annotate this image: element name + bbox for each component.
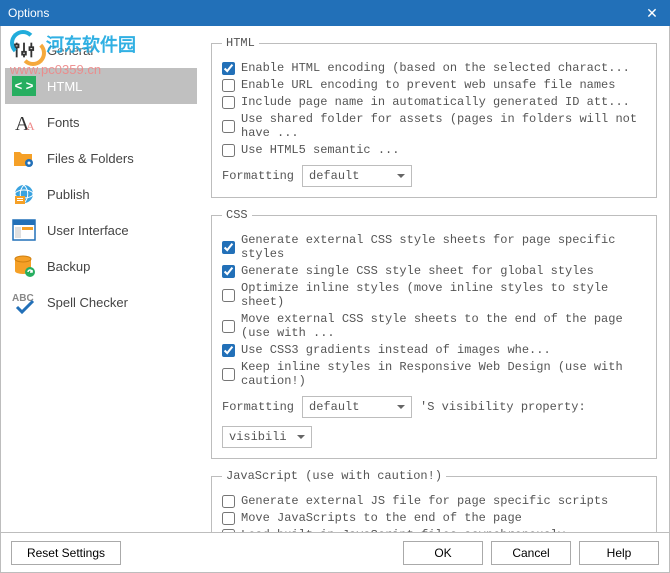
spellcheck-icon: ABC xyxy=(11,289,37,315)
css-checkbox-row[interactable]: Use CSS3 gradients instead of images whe… xyxy=(222,343,646,357)
js-checkbox[interactable] xyxy=(222,512,235,525)
sidebar: General < > HTML AA Fonts Files & Folder… xyxy=(1,26,201,532)
sidebar-item-backup[interactable]: Backup xyxy=(5,248,197,284)
cancel-button[interactable]: Cancel xyxy=(491,541,571,565)
html-checkbox[interactable] xyxy=(222,96,235,109)
sidebar-item-files-folders[interactable]: Files & Folders xyxy=(5,140,197,176)
js-checkbox-row[interactable]: Load built-in JavaScript files asynchron… xyxy=(222,528,646,532)
css-checkbox-row[interactable]: Generate single CSS style sheet for glob… xyxy=(222,264,646,278)
reset-settings-button[interactable]: Reset Settings xyxy=(11,541,121,565)
checkbox-label: Generate single CSS style sheet for glob… xyxy=(241,264,594,278)
js-checkbox[interactable] xyxy=(222,529,235,533)
html-checkbox[interactable] xyxy=(222,79,235,92)
code-icon: < > xyxy=(11,73,37,99)
checkbox-label: Use HTML5 semantic ... xyxy=(241,143,399,157)
close-icon[interactable]: ✕ xyxy=(642,5,662,22)
checkbox-label: Keep inline styles in Responsive Web Des… xyxy=(241,360,646,388)
css-checkbox-row[interactable]: Generate external CSS style sheets for p… xyxy=(222,233,646,261)
html-formatting-select[interactable]: default xyxy=(302,165,412,187)
checkbox-label: Optimize inline styles (move inline styl… xyxy=(241,281,646,309)
formatting-label: Formatting xyxy=(222,400,294,414)
sidebar-item-publish[interactable]: Publish xyxy=(5,176,197,212)
css-formatting-select[interactable]: default xyxy=(302,396,412,418)
sidebar-item-spell-checker[interactable]: ABC Spell Checker xyxy=(5,284,197,320)
html-checkbox[interactable] xyxy=(222,120,235,133)
sidebar-item-html[interactable]: < > HTML xyxy=(5,68,197,104)
sidebar-item-label: Fonts xyxy=(47,115,80,130)
js-checkbox-row[interactable]: Move JavaScripts to the end of the page xyxy=(222,511,646,525)
font-icon: AA xyxy=(11,109,37,135)
css-checkbox-row[interactable]: Move external CSS style sheets to the en… xyxy=(222,312,646,340)
css-checkbox[interactable] xyxy=(222,344,235,357)
css-checkbox-row[interactable]: Keep inline styles in Responsive Web Des… xyxy=(222,360,646,388)
html-checkbox[interactable] xyxy=(222,144,235,157)
checkbox-label: Use CSS3 gradients instead of images whe… xyxy=(241,343,551,357)
checkbox-label: Generate external JS file for page speci… xyxy=(241,494,608,508)
sidebar-item-label: HTML xyxy=(47,79,82,94)
html-checkbox-row[interactable]: Use HTML5 semantic ... xyxy=(222,143,646,157)
group-legend: HTML xyxy=(222,36,259,50)
footer: Reset Settings OK Cancel Help xyxy=(0,533,670,573)
checkbox-label: Load built-in JavaScript files asynchron… xyxy=(241,528,565,532)
checkbox-label: Move external CSS style sheets to the en… xyxy=(241,312,646,340)
css-checkbox[interactable] xyxy=(222,289,235,302)
database-icon xyxy=(11,253,37,279)
css-checkbox[interactable] xyxy=(222,265,235,278)
globe-icon xyxy=(11,181,37,207)
group-html: HTML Enable HTML encoding (based on the … xyxy=(211,36,657,198)
group-js: JavaScript (use with caution!) Generate … xyxy=(211,469,657,532)
group-legend: JavaScript (use with caution!) xyxy=(222,469,446,483)
group-css: CSS Generate external CSS style sheets f… xyxy=(211,208,657,459)
help-button[interactable]: Help xyxy=(579,541,659,565)
content-panel: HTML Enable HTML encoding (based on the … xyxy=(201,26,669,532)
group-legend: CSS xyxy=(222,208,252,222)
sidebar-item-label: General xyxy=(47,43,93,58)
window-title: Options xyxy=(8,6,642,20)
sidebar-item-label: User Interface xyxy=(47,223,129,238)
svg-text:A: A xyxy=(26,119,35,133)
window-icon xyxy=(11,217,37,243)
html-checkbox[interactable] xyxy=(222,62,235,75)
svg-text:< >: < > xyxy=(15,78,34,93)
sidebar-item-fonts[interactable]: AA Fonts xyxy=(5,104,197,140)
css-visibility-select[interactable]: visibili xyxy=(222,426,312,448)
css-checkbox[interactable] xyxy=(222,241,235,254)
sliders-icon xyxy=(11,37,37,63)
css-checkbox[interactable] xyxy=(222,368,235,381)
html-checkbox-row[interactable]: Use shared folder for assets (pages in f… xyxy=(222,112,646,140)
sidebar-item-label: Backup xyxy=(47,259,90,274)
checkbox-label: Move JavaScripts to the end of the page xyxy=(241,511,522,525)
checkbox-label: Enable HTML encoding (based on the selec… xyxy=(241,61,630,75)
sidebar-item-general[interactable]: General xyxy=(5,32,197,68)
js-checkbox-row[interactable]: Generate external JS file for page speci… xyxy=(222,494,646,508)
html-checkbox-row[interactable]: Include page name in automatically gener… xyxy=(222,95,646,109)
checkbox-label: Generate external CSS style sheets for p… xyxy=(241,233,646,261)
formatting-label: Formatting xyxy=(222,169,294,183)
js-checkbox[interactable] xyxy=(222,495,235,508)
ok-button[interactable]: OK xyxy=(403,541,483,565)
titlebar: Options ✕ xyxy=(0,0,670,26)
checkbox-label: Use shared folder for assets (pages in f… xyxy=(241,112,646,140)
checkbox-label: Enable URL encoding to prevent web unsaf… xyxy=(241,78,615,92)
sidebar-item-label: Publish xyxy=(47,187,90,202)
sidebar-item-label: Spell Checker xyxy=(47,295,128,310)
css-checkbox-row[interactable]: Optimize inline styles (move inline styl… xyxy=(222,281,646,309)
css-checkbox[interactable] xyxy=(222,320,235,333)
visibility-label: 'S visibility property: xyxy=(420,400,586,414)
sidebar-item-user-interface[interactable]: User Interface xyxy=(5,212,197,248)
html-checkbox-row[interactable]: Enable HTML encoding (based on the selec… xyxy=(222,61,646,75)
folder-gear-icon xyxy=(11,145,37,171)
html-checkbox-row[interactable]: Enable URL encoding to prevent web unsaf… xyxy=(222,78,646,92)
sidebar-item-label: Files & Folders xyxy=(47,151,134,166)
checkbox-label: Include page name in automatically gener… xyxy=(241,95,630,109)
